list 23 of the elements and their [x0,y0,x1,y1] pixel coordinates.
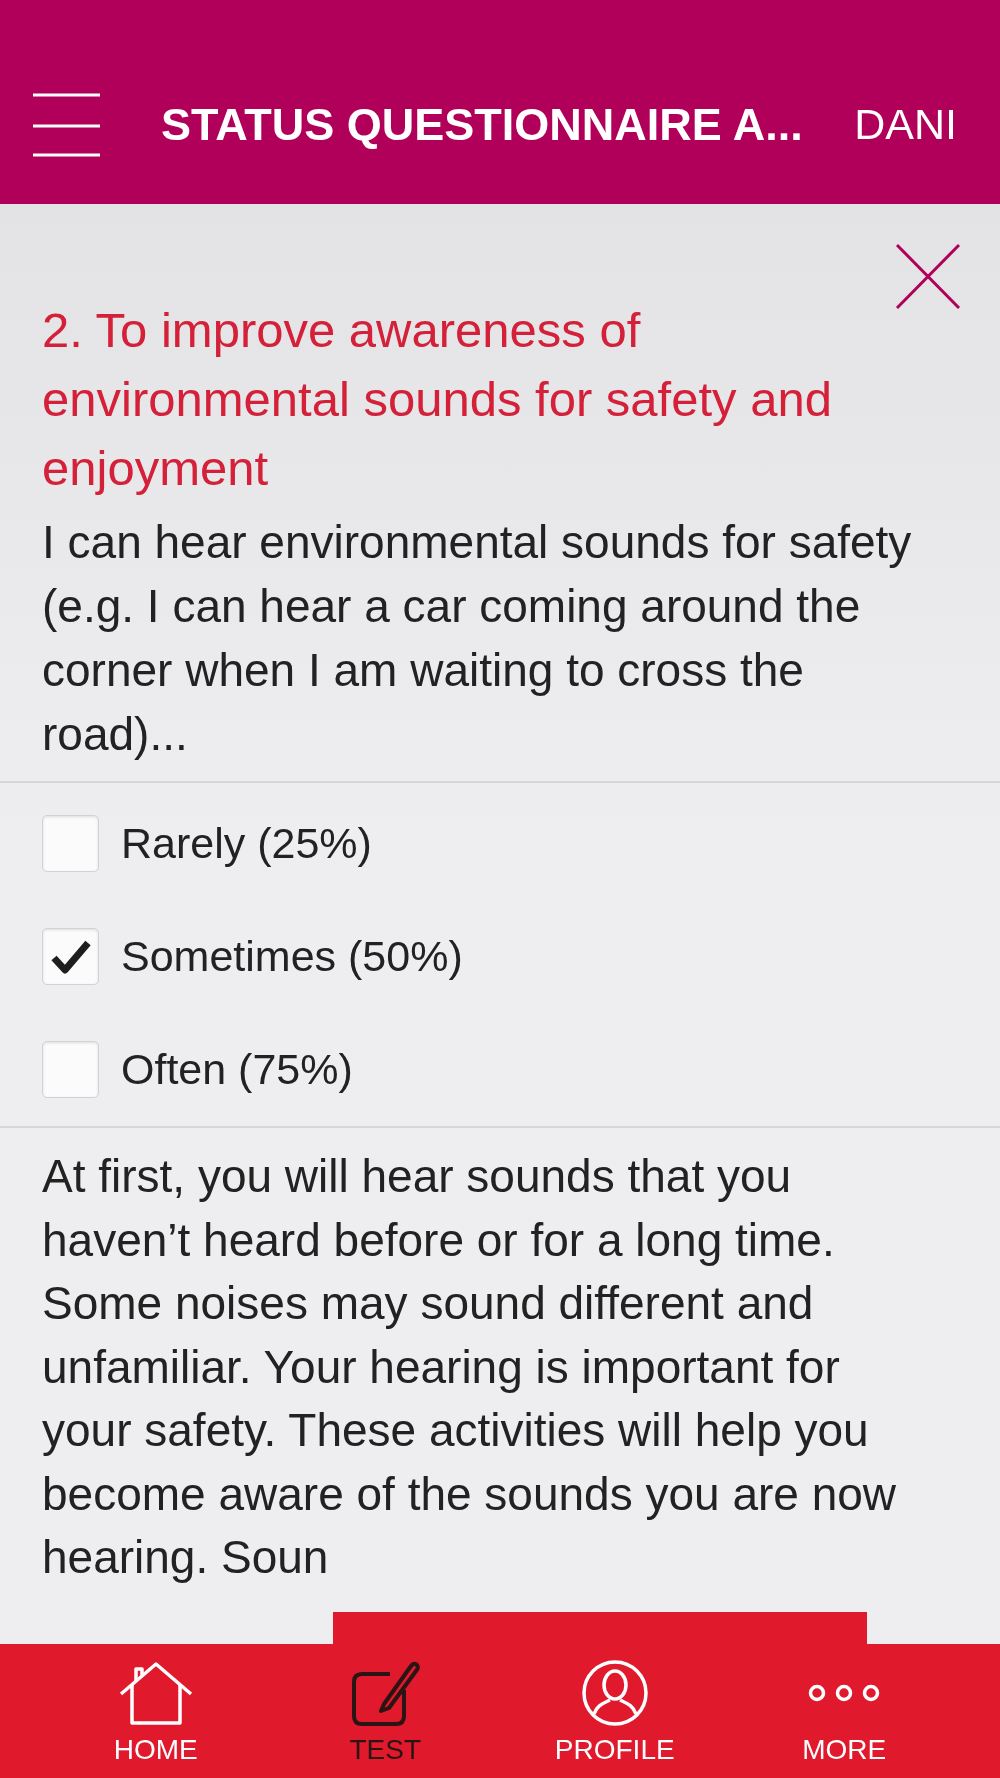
option-label[interactable]: Often (75%) [121,1043,353,1096]
option-label[interactable]: Sometimes (50%) [121,930,463,983]
house-icon [118,1660,193,1725]
close-icon [895,243,961,310]
close-button[interactable] [895,243,961,310]
nav-tab[interactable]: MORE [729,1658,959,1778]
checkbox[interactable] [42,1041,99,1098]
three-dots-icon [808,1683,881,1702]
checkbox[interactable] [42,815,99,872]
nav-tab[interactable]: PROFILE [500,1658,730,1778]
question-heading: 2. To improve awareness of environmental sounds for safety and enjoyment [42,302,833,497]
menu-button[interactable] [33,93,100,157]
user-name: DANI [854,100,957,150]
checkmark-icon [50,939,91,974]
checkbox[interactable] [42,928,99,985]
option-label[interactable]: Rarely (25%) [121,817,372,870]
nav-tab[interactable]: HOME [41,1658,271,1778]
screen-title: STATUS QUESTIONNAIRE A... [161,99,803,151]
menu-icon [33,93,100,157]
explanation-text: At first, you will hear sounds that you haven’t heard before or for a long time. Some noises may sound different and unfamiliar. Your hearing is important for your safety. These activities will help you become aware of the sounds you are now hearing. Soun [42,1149,898,1585]
question-text: I can hear environmental sounds for safety (e.g. I can hear a car coming around the corner when I am waiting to cross the road)... [42,515,913,762]
person-circle-icon [581,1659,648,1726]
nav-tab[interactable]: TEST [270,1658,500,1778]
